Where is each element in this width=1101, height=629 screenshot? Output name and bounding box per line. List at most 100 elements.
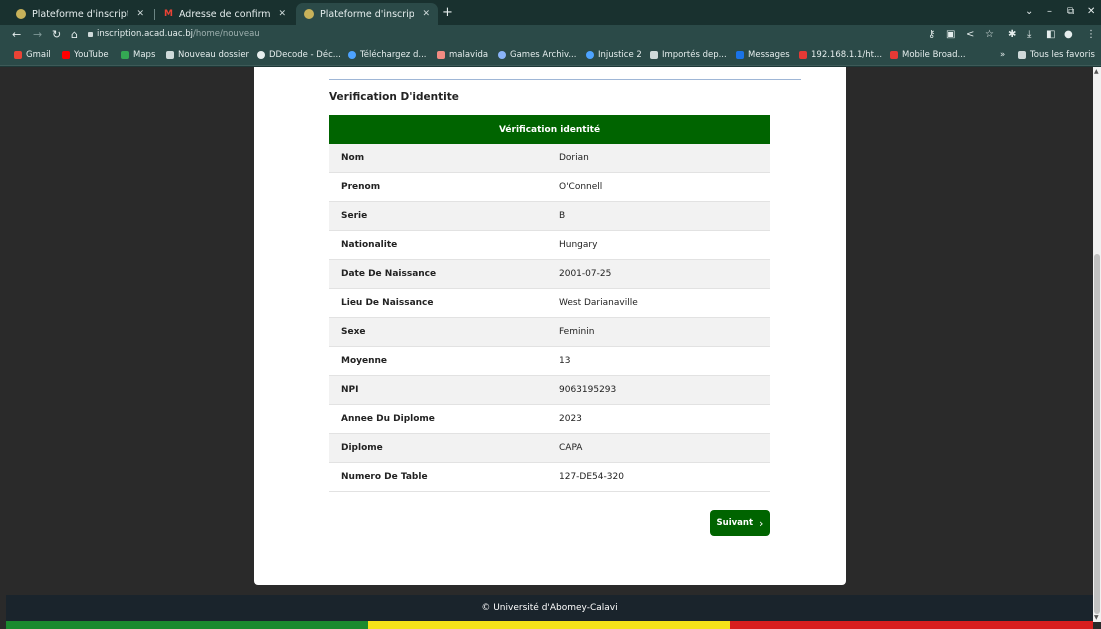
row-label: Lieu De Naissance [341,298,434,308]
bookmark-ddecode[interactable]: DDecode - Déc... [257,50,341,60]
close-window-icon[interactable]: ✕ [1087,6,1095,17]
bookmark-games[interactable]: Games Archiv... [498,50,576,60]
next-button-label: Suivant [716,518,754,528]
side-panel-icon[interactable]: ◧ [1046,29,1055,40]
bookmark-telechargez[interactable]: Téléchargez d... [348,50,426,60]
bookmark-router[interactable]: 192.168.1.1/ht... [799,50,882,60]
tab-search-icon[interactable]: ⌄ [1025,6,1033,17]
bookmark-label: Gmail [26,50,51,60]
row-label: Prenom [341,182,381,192]
scroll-down-arrow-icon[interactable]: ▼ [1094,614,1099,621]
bookmarks-bar: Gmail YouTube Maps Nouveau dossier DDeco… [0,46,1101,66]
bookmark-label: 192.168.1.1/ht... [811,50,883,60]
bookmark-importes[interactable]: Importés dep... [650,50,727,60]
table-row: Moyenne 13 [329,347,770,376]
download-icon[interactable]: ⤓ [1027,29,1031,40]
folder-icon [650,51,658,59]
bookmark-mobile-broad[interactable]: Mobile Broad... [890,50,966,60]
bookmark-malavida[interactable]: malavida [437,50,488,60]
row-label: Nationalite [341,240,398,250]
footer-copyright: © Université d'Abomey-Calavi [481,603,618,613]
download-site-icon [348,51,356,59]
bookmark-label: Importés dep... [662,50,727,60]
share-icon[interactable]: < [966,29,974,40]
bookmark-label: Téléchargez d... [360,50,427,60]
browser-tab-3[interactable]: Plateforme d'inscription ✕ [296,3,438,25]
restore-icon[interactable]: ⧉ [1067,6,1074,17]
table-row: Date De Naissance 2001-07-25 [329,260,770,289]
row-label: Sexe [341,327,366,337]
reload-icon[interactable]: ↻ [52,28,61,41]
bookmark-youtube[interactable]: YouTube [62,50,109,60]
row-label: Nom [341,153,365,163]
close-tab-icon[interactable]: ✕ [278,9,286,19]
flag-stripe-green [6,621,368,629]
malavida-icon [437,51,445,59]
bookmark-folder[interactable]: Nouveau dossier [166,50,249,60]
youtube-icon [62,51,70,59]
bookmarks-overflow-button[interactable]: » [1000,50,1005,60]
row-label: Diplome [341,443,383,453]
flag-stripe-red [730,621,1093,629]
injustice-icon [586,51,594,59]
row-value: O'Connell [559,182,603,192]
all-bookmarks-folder[interactable]: Tous les favoris [1018,50,1095,60]
menu-kebab-icon[interactable]: ⋮ [1086,29,1096,40]
table-row: Sexe Feminin [329,318,770,347]
row-label: Moyenne [341,356,388,366]
row-value: CAPA [559,443,583,453]
row-value: 9063195293 [559,385,617,395]
bookmark-label: Maps [133,50,156,60]
row-value: West Darianaville [559,298,638,308]
scroll-up-arrow-icon[interactable]: ▲ [1094,68,1099,75]
row-value: 127-DE54-320 [559,472,624,482]
extensions-icon[interactable]: ✱ [1008,29,1016,40]
forward-icon[interactable]: → [33,28,42,41]
bookmark-label: YouTube [74,50,109,60]
gmail-icon: M [164,9,173,19]
new-tab-button[interactable]: + [442,6,453,20]
translate-icon[interactable]: ▣ [946,29,955,40]
tab-separator [154,9,155,20]
tab-title: Plateforme d'inscription [32,8,128,20]
address-bar[interactable]: inscription.acad.uac.bj/home/nouveau [97,29,260,39]
home-icon[interactable]: ⌂ [71,28,78,41]
folder-icon [166,51,174,59]
uac-favicon-icon [304,9,314,19]
table-row: Numero De Table 127-DE54-320 [329,463,770,492]
minimize-icon[interactable]: – [1047,6,1052,17]
bookmark-label: Messages [748,50,790,60]
close-tab-icon[interactable]: ✕ [422,9,430,19]
gmail-icon [14,51,22,59]
scrollbar-thumb[interactable] [1094,254,1100,614]
key-icon[interactable]: ⚷ [928,29,935,40]
bookmark-messages[interactable]: Messages [736,50,790,60]
table-row: Prenom O'Connell [329,173,770,202]
url-host: inscription.acad.uac.bj [97,29,194,39]
bookmark-label: DDecode - Déc... [269,50,341,60]
profile-avatar-icon[interactable]: ● [1064,29,1073,40]
page-footer: © Université d'Abomey-Calavi [6,595,1093,621]
row-value: B [559,211,566,221]
table-row: Lieu De Naissance West Darianaville [329,289,770,318]
close-tab-icon[interactable]: ✕ [136,9,144,19]
row-value: 2001-07-25 [559,269,612,279]
next-button[interactable]: Suivant › [710,510,770,536]
browser-tab-1[interactable]: Plateforme d'inscription ✕ [8,3,152,25]
row-value: Dorian [559,153,589,163]
huawei-icon [799,51,807,59]
bookmark-gmail[interactable]: Gmail [14,50,51,60]
bookmark-maps[interactable]: Maps [121,50,155,60]
row-value: 13 [559,356,571,366]
row-value: 2023 [559,414,582,424]
browser-tab-2[interactable]: M Adresse de confirmation ✕ [156,3,294,25]
section-title: Verification D'identite [329,91,459,103]
row-value: Feminin [559,327,595,337]
ddecode-icon [257,51,265,59]
bookmark-star-icon[interactable]: ☆ [985,29,994,40]
folder-icon [1018,51,1026,59]
table-row: Diplome CAPA [329,434,770,463]
tab-title: Plateforme d'inscription [320,8,415,20]
bookmark-injustice[interactable]: Injustice 2 [586,50,642,60]
back-icon[interactable]: ← [12,28,21,41]
